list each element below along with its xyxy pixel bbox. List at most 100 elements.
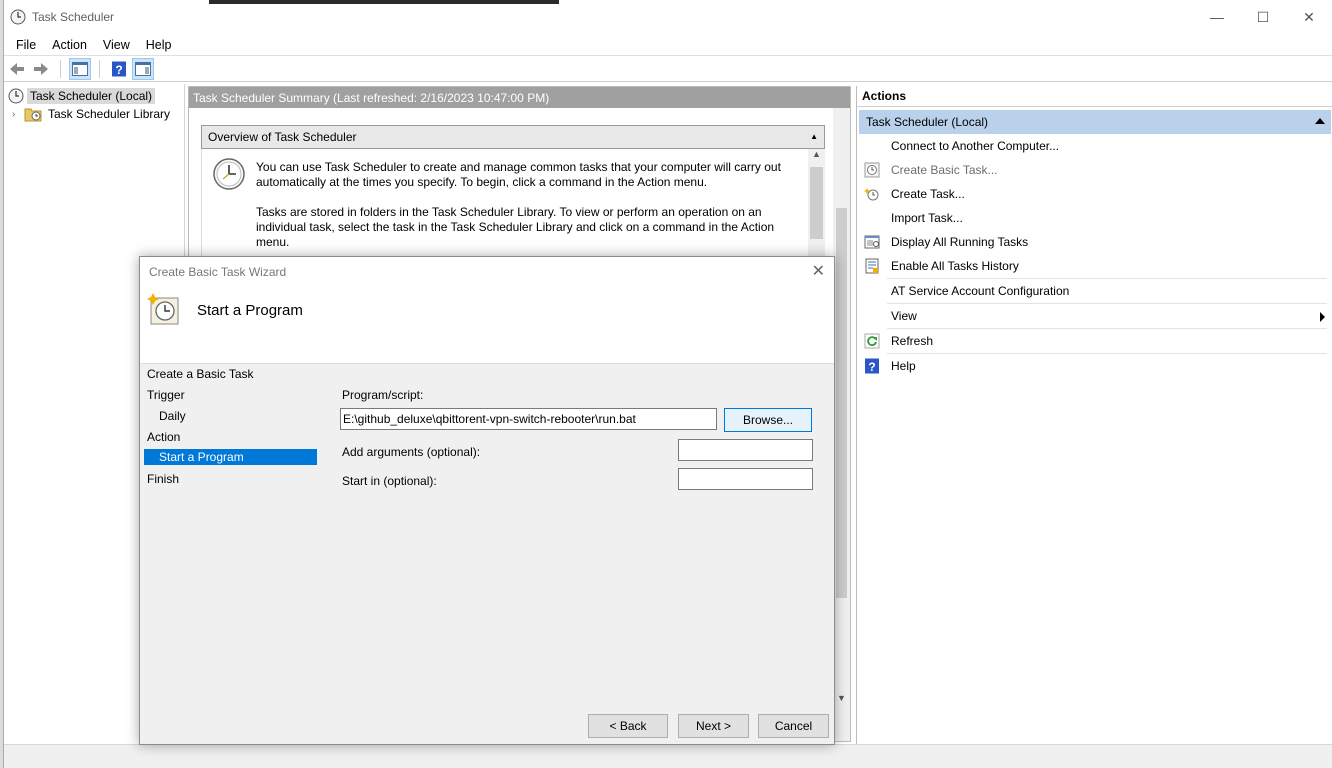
- show-hide-console-tree-button[interactable]: [69, 57, 91, 80]
- step-daily: Daily: [159, 408, 186, 423]
- step-action: Action: [147, 429, 181, 444]
- action-create-task[interactable]: Create Task...: [857, 182, 1332, 206]
- action-connect-computer[interactable]: Connect to Another Computer...: [857, 134, 1332, 158]
- basic-task-wizard-icon: [147, 293, 179, 325]
- summary-scrollbar[interactable]: ▼: [833, 108, 850, 741]
- scrollbar-thumb[interactable]: [836, 208, 847, 598]
- action-label: Create Basic Task...: [891, 163, 998, 177]
- submenu-arrow-icon: [1320, 312, 1325, 322]
- browse-button[interactable]: Browse...: [724, 408, 812, 432]
- menu-help[interactable]: Help: [138, 38, 180, 52]
- action-label: View: [891, 309, 917, 323]
- clock-app-icon: [10, 9, 26, 25]
- wizard-close-icon[interactable]: ✕: [812, 264, 825, 280]
- collapse-up-icon[interactable]: ▲: [810, 132, 818, 141]
- svg-text:?: ?: [868, 360, 875, 374]
- scrollbar-thumb[interactable]: [810, 167, 823, 239]
- collapse-triangle-icon[interactable]: [1315, 118, 1325, 124]
- menu-action[interactable]: Action: [44, 38, 95, 52]
- refresh-icon: [864, 333, 880, 349]
- wizard-header: Start a Program: [140, 287, 834, 364]
- toolbar: ?: [4, 56, 1332, 82]
- actions-group-label: Task Scheduler (Local): [866, 115, 989, 129]
- status-bar: [4, 744, 1332, 768]
- program-script-input[interactable]: E:\github_deluxe\qbittorent-vpn-switch-r…: [340, 408, 717, 430]
- add-arguments-input[interactable]: [678, 439, 813, 461]
- back-button[interactable]: < Back: [588, 714, 668, 738]
- action-label: Refresh: [891, 334, 934, 348]
- action-label: Help: [891, 359, 916, 373]
- step-trigger: Trigger: [147, 387, 185, 402]
- start-in-label: Start in (optional):: [342, 474, 437, 488]
- overview-paragraph-1: You can use Task Scheduler to create and…: [256, 160, 781, 189]
- cancel-button[interactable]: Cancel: [758, 714, 829, 738]
- actions-group-header[interactable]: Task Scheduler (Local): [859, 110, 1331, 134]
- folder-clock-icon: [24, 108, 42, 122]
- help-icon: ?: [112, 61, 126, 77]
- action-pane-icon: [135, 61, 151, 76]
- toolbar-separator: [60, 59, 61, 78]
- scroll-up-icon[interactable]: ▲: [808, 149, 825, 159]
- action-label: Display All Running Tasks: [891, 235, 1029, 249]
- menu-view[interactable]: View: [95, 38, 138, 52]
- action-label: Create Task...: [891, 187, 965, 201]
- start-in-input[interactable]: [678, 468, 813, 490]
- show-hide-action-pane-button[interactable]: [132, 57, 154, 80]
- back-button[interactable]: [6, 58, 28, 80]
- help-icon: ?: [864, 358, 880, 374]
- scroll-down-icon[interactable]: ▼: [833, 693, 850, 703]
- blank-icon: [864, 308, 880, 324]
- step-finish: Finish: [147, 471, 180, 486]
- action-label: AT Service Account Configuration: [891, 284, 1070, 298]
- help-toolbar-button[interactable]: ?: [108, 58, 130, 80]
- program-script-label: Program/script:: [342, 388, 424, 402]
- wizard-title: Create Basic Task Wizard: [149, 265, 287, 279]
- overview-section-header[interactable]: Overview of Task Scheduler ▲: [201, 125, 825, 149]
- running-tasks-icon: [864, 234, 880, 250]
- large-clock-icon: [213, 158, 245, 190]
- wizard-title-bar: Create Basic Task Wizard ✕: [140, 257, 834, 287]
- create-basic-task-wizard: Create Basic Task Wizard ✕ Start a Progr…: [139, 256, 835, 745]
- action-display-running-tasks[interactable]: Display All Running Tasks: [857, 230, 1332, 254]
- menu-file[interactable]: File: [8, 38, 44, 52]
- create-task-icon: [864, 186, 880, 202]
- blank-icon: [864, 283, 880, 299]
- tree-item-task-scheduler-library[interactable]: › Task Scheduler Library: [4, 105, 184, 123]
- tree-item-task-scheduler-local[interactable]: Task Scheduler (Local): [4, 87, 184, 105]
- background-ribbon-sliver: [209, 0, 559, 4]
- console-tree-icon: [72, 61, 88, 76]
- next-button[interactable]: Next >: [678, 714, 749, 738]
- add-arguments-label: Add arguments (optional):: [342, 445, 481, 459]
- action-label: Connect to Another Computer...: [891, 139, 1060, 153]
- title-bar: Task Scheduler — ☐ ✕: [4, 0, 1332, 34]
- action-view[interactable]: View: [857, 304, 1332, 328]
- action-import-task[interactable]: Import Task...: [857, 206, 1332, 230]
- actions-title: Actions: [857, 86, 1332, 107]
- action-enable-tasks-history[interactable]: Enable All Tasks History: [857, 254, 1332, 278]
- overview-title: Overview of Task Scheduler: [208, 130, 357, 144]
- wizard-heading: Start a Program: [197, 302, 303, 319]
- tree-item-label: Task Scheduler (Local): [27, 88, 156, 104]
- close-button[interactable]: ✕: [1286, 0, 1332, 34]
- action-create-basic-task[interactable]: Create Basic Task...: [857, 158, 1332, 182]
- menu-bar: File Action View Help: [4, 34, 1332, 56]
- maximize-button[interactable]: ☐: [1240, 0, 1286, 34]
- actions-pane: Actions Task Scheduler (Local) Connect t…: [856, 86, 1332, 744]
- overview-body: You can use Task Scheduler to create and…: [201, 149, 825, 259]
- action-label: Enable All Tasks History: [891, 259, 1019, 273]
- action-help[interactable]: ? Help: [857, 354, 1332, 378]
- blank-icon: [864, 210, 880, 226]
- action-at-service-config[interactable]: AT Service Account Configuration: [857, 279, 1332, 303]
- clock-icon: [8, 88, 24, 104]
- expand-chevron-icon[interactable]: ›: [12, 109, 24, 120]
- tree-item-label: Task Scheduler Library: [48, 107, 171, 121]
- svg-text:?: ?: [115, 63, 122, 77]
- basic-task-icon: [864, 162, 880, 178]
- step-start-a-program: Start a Program: [144, 449, 317, 465]
- overview-paragraph-2: Tasks are stored in folders in the Task …: [256, 205, 775, 249]
- history-icon: [864, 258, 880, 274]
- forward-button[interactable]: [30, 58, 52, 80]
- overview-scrollbar[interactable]: ▲: [808, 149, 825, 257]
- action-refresh[interactable]: Refresh: [857, 329, 1332, 353]
- minimize-button[interactable]: —: [1194, 0, 1240, 34]
